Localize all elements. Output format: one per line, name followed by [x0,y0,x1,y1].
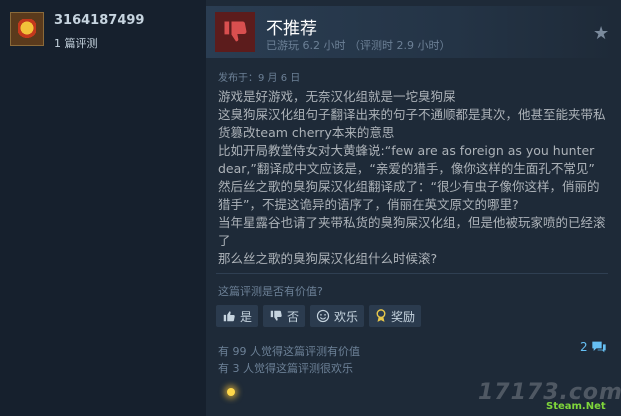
award-label: 奖励 [391,309,416,324]
vote-funny-button[interactable]: 欢乐 [310,305,365,327]
review-paragraph: 当年星露谷也请了夹带私货的臭狗屎汉化组，但是他被玩家喷的已经滚了 [218,215,606,248]
review-paragraph: 那么丝之歌的臭狗屎汉化组什么时候滚? [218,251,438,266]
watermark-sub: Steam.Net [546,401,606,412]
helpful-stat: 有 99 人觉得这篇评测有价值 [218,345,360,358]
avatar-image [18,19,36,39]
vote-yes-button[interactable]: 是 [216,305,259,327]
award-indicator [227,388,235,396]
review-paragraph: 比如开局教堂侍女对大黄蜂说:“few are as foreign as you… [218,143,595,176]
award-icon [376,309,386,322]
review-paragraph: 游戏是好游戏，无奈汉化组就是一坨臭狗屎 [218,89,456,104]
thumbs-up-icon [223,311,235,322]
verdict-icon-box [215,12,255,52]
thumbs-down-icon [270,310,282,321]
smiley-icon [316,309,330,323]
divider [216,273,608,274]
comments-link[interactable]: 2 [580,340,607,354]
avatar[interactable] [10,12,44,46]
star-icon[interactable]: ★ [593,25,609,43]
thumbs-down-icon [224,21,247,42]
funny-stat: 有 3 人觉得这篇评测很欢乐 [218,362,353,375]
award-button[interactable]: 奖励 [369,305,422,327]
vote-no-label: 否 [287,309,300,324]
review-date: 发布于：9 月 6 日 [218,73,301,84]
vote-yes-label: 是 [240,309,253,324]
helpful-question: 这篇评测是否有价值? [218,285,323,298]
speech-bubble-icon [591,341,606,353]
review-paragraph: 这臭狗屎汉化组句子翻译出来的句子不通顺都是其次，他甚至能夹带私货篡改team c… [218,107,606,140]
vote-funny-label: 欢乐 [334,309,359,324]
review-body: 游戏是好游戏，无奈汉化组就是一坨臭狗屎 这臭狗屎汉化组句子翻译出来的句子不通顺都… [218,88,610,268]
vote-no-button[interactable]: 否 [263,305,306,327]
review-paragraph: 然后丝之歌的臭狗屎汉化组翻译成了：“很少有虫子像你这样，俏丽的猎手”，不提这诡异… [218,179,600,212]
comment-count: 2 [580,340,588,354]
author-name[interactable]: 3164187499 [54,13,144,28]
author-review-count[interactable]: 1 篇评测 [54,35,98,51]
author-panel [0,0,206,416]
review-hours: 已游玩 6.2 小时 （评测时 2.9 小时） [266,39,451,52]
vote-buttons: 是 否 欢乐 奖励 [216,305,422,327]
review-verdict: 不推荐 [266,19,317,39]
